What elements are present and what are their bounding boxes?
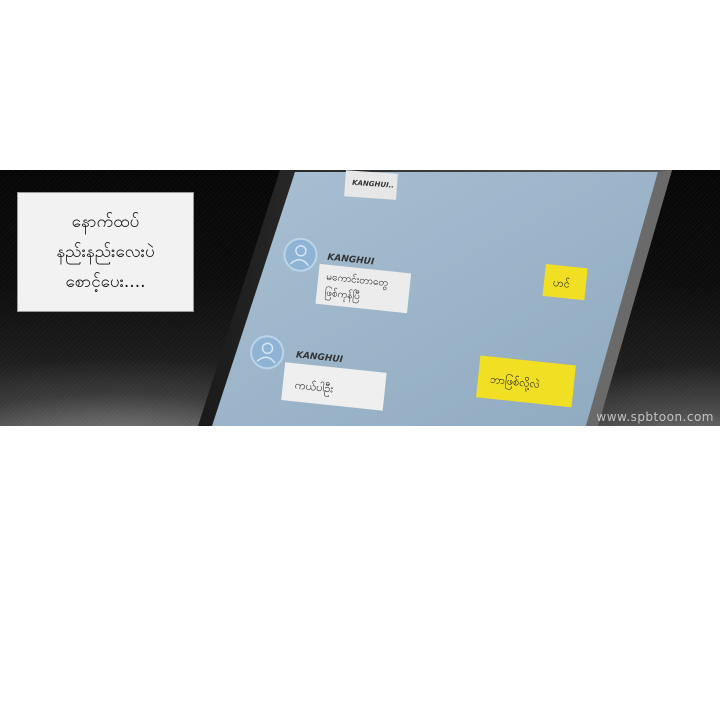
chat-bubble-partial: KANGHUI.. <box>344 170 398 200</box>
reply-text: ဟင် <box>552 276 570 291</box>
narration-box: နောက်ထပ် နည်းနည်းလေးပဲ စောင့်ပေး.... <box>17 192 194 312</box>
comic-panel: KANGHUI.. KANGHUI မကောင်းတာတွေ ဖြစ်ကုန်ပ… <box>0 170 720 426</box>
chat-message-outgoing-1: ဟင် <box>542 264 588 301</box>
watermark: www.spbtoon.com <box>596 410 714 424</box>
narration-line: နည်းနည်းလေးပဲ <box>56 242 155 262</box>
narration-line: စောင့်ပေး.... <box>65 272 146 292</box>
narration-line: နောက်ထပ် <box>71 212 140 232</box>
